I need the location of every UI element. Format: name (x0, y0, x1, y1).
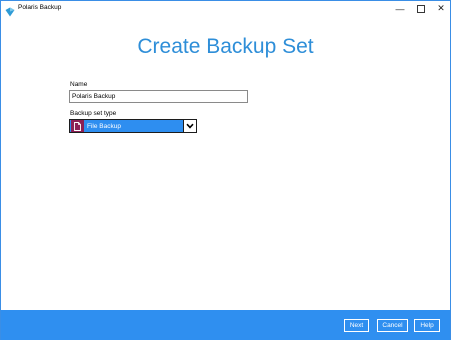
file-icon (71, 120, 84, 132)
maximize-button[interactable] (411, 1, 431, 16)
backup-type-value: File Backup (87, 122, 121, 130)
app-window: Polaris Backup — ✕ Create Backup Set Nam… (0, 0, 451, 340)
backup-type-select[interactable]: File Backup (69, 119, 197, 133)
help-button[interactable]: Help (414, 319, 440, 332)
minimize-button[interactable]: — (390, 1, 410, 16)
backup-type-label: Backup set type (70, 110, 117, 117)
cancel-button[interactable]: Cancel (377, 319, 408, 332)
page-title: Create Backup Set (137, 35, 314, 58)
chevron-down-icon[interactable] (183, 120, 196, 132)
next-button[interactable]: Next (344, 319, 369, 332)
window-title: Polaris Backup (18, 4, 62, 11)
title-bar: Polaris Backup — ✕ (1, 1, 450, 17)
polaris-logo-icon (5, 4, 15, 17)
name-label: Name (70, 81, 88, 88)
name-input[interactable] (69, 90, 248, 103)
close-button[interactable]: ✕ (431, 1, 451, 16)
footer-bar: Next Cancel Help (1, 310, 450, 340)
